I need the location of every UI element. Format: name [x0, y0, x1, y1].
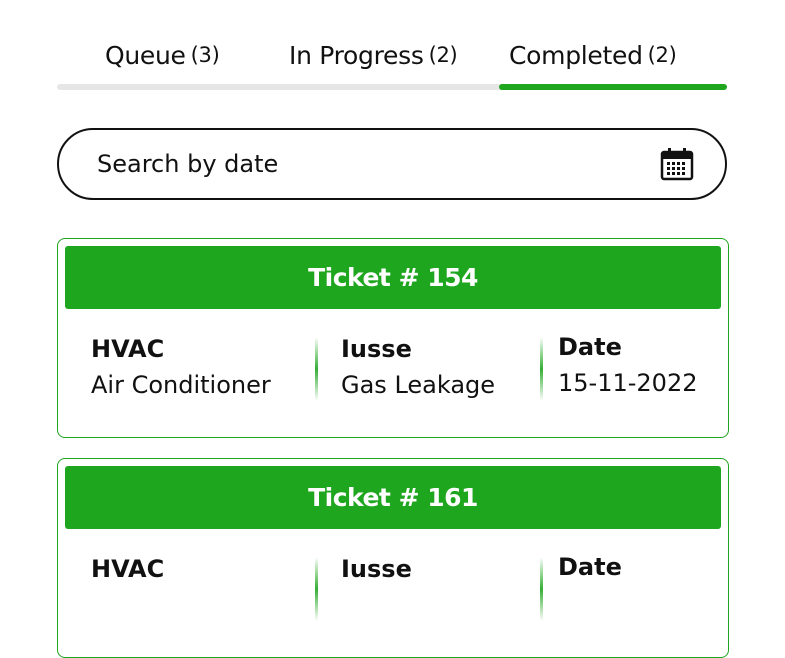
- date-label: Date: [558, 333, 622, 361]
- date-search-bar: [57, 128, 727, 200]
- calendar-icon[interactable]: [659, 146, 695, 182]
- search-input[interactable]: [97, 150, 617, 178]
- tab-queue-label: Queue: [105, 40, 186, 70]
- ticket-issue: Iusse: [341, 551, 412, 587]
- issue-label: Iusse: [341, 555, 412, 583]
- status-tabs: Queue (3) In Progress (2) Completed (2): [57, 30, 727, 92]
- category-value: Air Conditioner: [91, 371, 271, 399]
- ticket-category: HVAC: [91, 551, 164, 587]
- issue-value: Gas Leakage: [341, 371, 496, 399]
- column-divider: [315, 557, 318, 621]
- ticket-details: HVAC Iusse Date: [58, 551, 728, 631]
- tab-queue[interactable]: Queue (3): [105, 30, 220, 80]
- issue-label: Iusse: [341, 335, 412, 363]
- ticket-date: Date: [558, 549, 622, 585]
- ticket-card[interactable]: Ticket # 154 HVAC Air Conditioner Iusse …: [57, 238, 729, 438]
- ticket-header[interactable]: Ticket # 161: [65, 466, 721, 529]
- active-tab-indicator: [499, 84, 727, 90]
- column-divider: [315, 337, 318, 401]
- category-label: HVAC: [91, 335, 165, 363]
- ticket-details: HVAC Air Conditioner Iusse Gas Leakage D…: [58, 331, 728, 411]
- date-label: Date: [558, 553, 622, 581]
- tab-completed-count: (2): [647, 43, 677, 67]
- ticket-header[interactable]: Ticket # 154: [65, 246, 721, 309]
- date-value: 15-11-2022: [558, 369, 698, 397]
- ticket-category: HVAC Air Conditioner: [91, 331, 271, 403]
- ticket-issue: Iusse Gas Leakage: [341, 331, 495, 403]
- tab-in-progress-label: In Progress: [289, 40, 424, 70]
- category-label: HVAC: [91, 555, 165, 583]
- tab-completed[interactable]: Completed (2): [509, 30, 677, 80]
- ticket-date: Date 15-11-2022: [558, 329, 697, 401]
- column-divider: [540, 337, 543, 401]
- column-divider: [540, 557, 543, 621]
- tab-in-progress[interactable]: In Progress (2): [289, 30, 458, 80]
- ticket-card[interactable]: Ticket # 161 HVAC Iusse Date: [57, 458, 729, 658]
- tab-completed-label: Completed: [509, 40, 643, 70]
- tab-queue-count: (3): [190, 43, 220, 67]
- tab-in-progress-count: (2): [428, 43, 458, 67]
